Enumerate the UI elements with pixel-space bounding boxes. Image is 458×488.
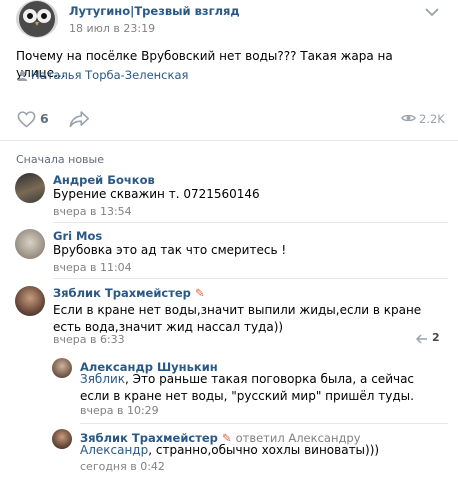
comment-date[interactable]: вчера в 6:33 <box>53 333 125 346</box>
mention-link[interactable]: Зяблик <box>80 372 125 386</box>
comment-author[interactable]: Андрей Бочков <box>53 173 155 187</box>
reply-date[interactable]: сегодня в 0:42 <box>80 460 165 473</box>
heart-icon[interactable] <box>16 110 36 128</box>
comment-author[interactable]: Зяблик Трахмейстер ✎ <box>53 286 205 300</box>
eye-icon <box>400 112 416 124</box>
mention-link[interactable]: Александр <box>80 443 148 457</box>
reply-text: Александр, странно,обычно хохлы виноваты… <box>80 443 380 457</box>
comment-avatar[interactable] <box>15 286 45 316</box>
comment-text: Бурение скважин т. 0721560146 <box>53 187 260 201</box>
like-count[interactable]: 6 <box>40 111 49 126</box>
reply-date[interactable]: вчера в 10:29 <box>80 404 159 417</box>
reply-count[interactable]: 2 <box>432 331 440 344</box>
comment-date[interactable]: вчера в 11:04 <box>53 261 132 274</box>
divider <box>53 222 448 223</box>
comment-text: Если в кране нет воды,значит выпили жиды… <box>53 303 422 334</box>
reply-avatar[interactable] <box>52 358 72 378</box>
post-signer-link[interactable]: Наталья Торба-Зеленская <box>31 68 188 82</box>
divider <box>53 278 448 279</box>
post-author-name[interactable]: Лутугино|Трезвый взгляд <box>69 4 240 18</box>
reply-avatar[interactable] <box>52 429 72 449</box>
comment-avatar[interactable] <box>15 173 45 203</box>
chevron-down-icon[interactable] <box>424 6 440 18</box>
share-icon[interactable] <box>68 109 90 129</box>
post-author-avatar[interactable] <box>16 0 58 38</box>
comment-text: Врубовка это ад так что смеритесь ! <box>53 243 287 257</box>
comment-date[interactable]: вчера в 13:54 <box>53 205 132 218</box>
reply-arrow-icon[interactable] <box>415 333 429 345</box>
reply-text: Зяблик, Это раньше такая поговорка была,… <box>80 372 415 403</box>
comments-sort-toggle[interactable]: Сначала новые <box>16 153 104 166</box>
comment-avatar[interactable] <box>15 229 45 259</box>
comment-author[interactable]: Gri Mos <box>53 229 102 243</box>
owl-logo-icon <box>19 1 55 37</box>
post-date[interactable]: 18 июл в 23:19 <box>69 22 155 35</box>
view-count: 2.2K <box>419 112 445 126</box>
divider <box>80 423 448 424</box>
divider <box>0 140 458 141</box>
user-icon <box>16 69 28 81</box>
pencil-icon: ✎ <box>194 286 205 300</box>
